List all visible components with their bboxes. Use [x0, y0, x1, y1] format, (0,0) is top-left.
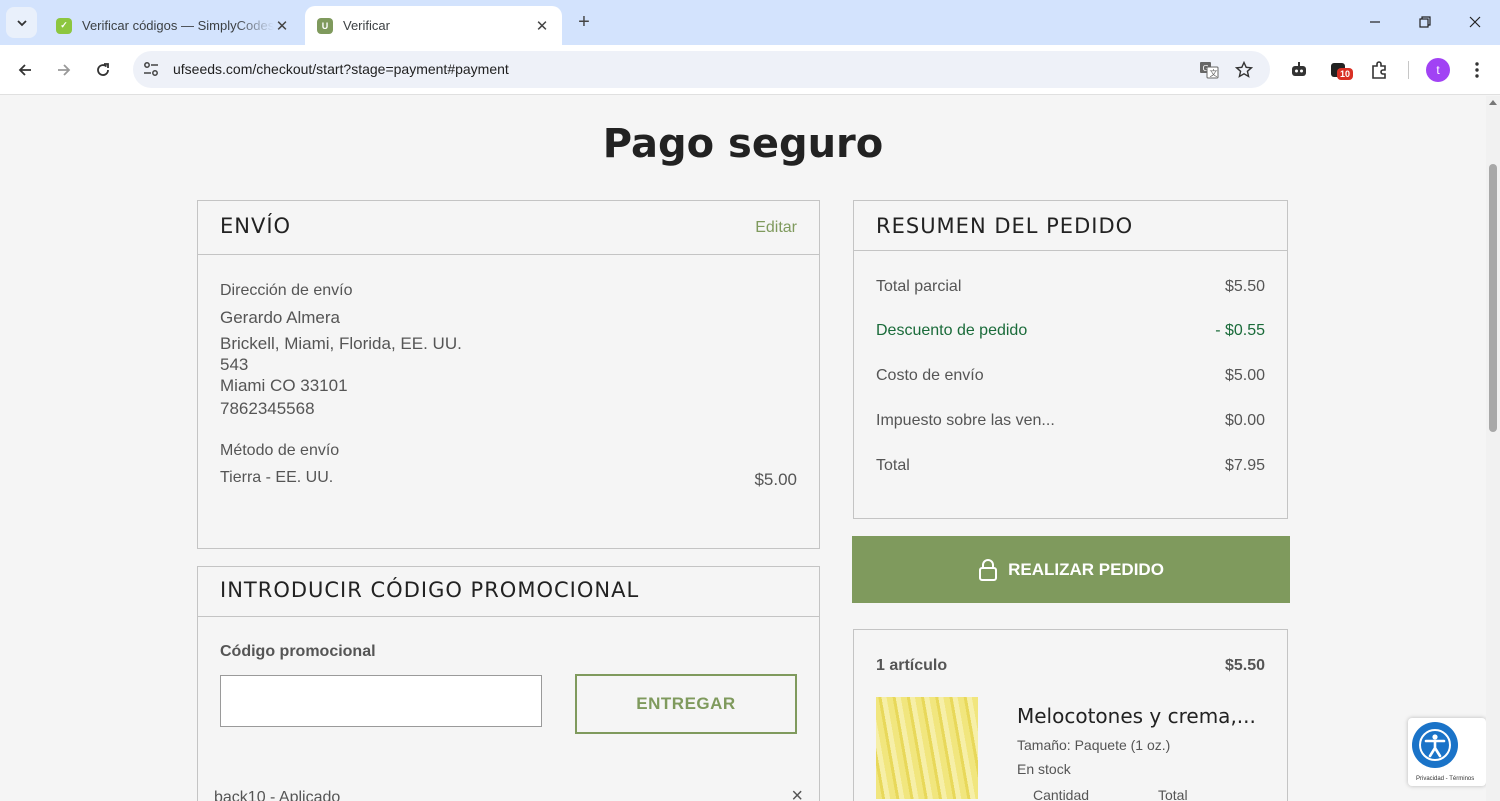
tab-title: Verificar [343, 18, 390, 33]
summary-value: $5.00 [1224, 367, 1265, 384]
new-tab-button[interactable]: + [572, 10, 596, 34]
recipient-name: Gerardo Almera [220, 308, 340, 327]
place-order-button[interactable]: REALIZAR PEDIDO [852, 536, 1290, 603]
applied-promo-text: back10 - Aplicado [214, 789, 341, 801]
address-label: Dirección de envío [220, 282, 353, 299]
summary-label: Total [876, 457, 910, 474]
url-text: ufseeds.com/checkout/start?stage=payment… [173, 61, 509, 77]
translate-icon[interactable]: G文 [1198, 59, 1220, 81]
chevron-down-icon [16, 19, 27, 26]
cart-items-card: 1 artículo $5.50 Melocotones y crema,...… [853, 629, 1288, 801]
checkout-page: Pago seguro ENVÍO Editar Dirección de en… [0, 96, 1486, 801]
promo-submit-button[interactable]: ENTREGAR [575, 674, 797, 734]
extension-badge: 10 [1337, 68, 1354, 80]
tab-search-button[interactable] [6, 7, 37, 38]
summary-value: $0.00 [1224, 412, 1265, 429]
page-title: Pago seguro [602, 121, 884, 167]
tab-title: Verificar códigos — SimplyCodes [82, 18, 274, 33]
phone-number: 7862345568 [220, 399, 315, 418]
shipping-method-price: $5.00 [754, 470, 797, 489]
order-summary-card: RESUMEN DEL PEDIDO Total parcial $5.50 D… [853, 200, 1288, 519]
address-line-2: 543 [220, 355, 249, 374]
accessibility-icon [1412, 722, 1458, 768]
promo-card: INTRODUCIR CÓDIGO PROMOCIONAL Código pro… [197, 566, 820, 801]
summary-label: Costo de envío [876, 367, 984, 384]
robot-extension-icon[interactable] [1287, 58, 1311, 82]
shipping-method-label: Método de envío [220, 442, 340, 459]
scroll-up-arrow-icon[interactable] [1489, 100, 1497, 105]
product-size: Tamaño: Paquete (1 oz.) [1017, 737, 1171, 753]
product-image[interactable] [876, 697, 978, 799]
shipping-card: ENVÍO Editar Dirección de envío Gerardo … [197, 200, 820, 549]
tab-strip: ✓ Verificar códigos — SimplyCodes ✕ U Ve… [0, 0, 1500, 45]
browser-toolbar: ufseeds.com/checkout/start?stage=payment… [0, 45, 1500, 95]
summary-heading: RESUMEN DEL PEDIDO [876, 214, 1134, 238]
site-settings-icon[interactable] [142, 60, 160, 78]
total-header: Total [1158, 787, 1188, 801]
summary-value: $7.95 [1224, 457, 1265, 474]
promo-heading: INTRODUCIR CÓDIGO PROMOCIONAL [220, 578, 640, 602]
profile-avatar[interactable]: t [1426, 58, 1450, 82]
qty-header: Cantidad [1033, 787, 1090, 801]
bookmark-star-icon[interactable] [1233, 59, 1255, 81]
close-icon[interactable]: ✕ [274, 18, 290, 35]
promo-field-label: Código promocional [220, 643, 376, 660]
cart-item-count: 1 artículo [876, 657, 948, 674]
edit-shipping-link[interactable]: Editar [755, 219, 797, 237]
address-bar[interactable]: ufseeds.com/checkout/start?stage=payment… [133, 51, 1270, 88]
summary-value: $5.50 [1224, 278, 1265, 295]
promo-code-input[interactable] [220, 675, 542, 727]
shipping-heading: ENVÍO [220, 214, 292, 238]
summary-label: Descuento de pedido [876, 322, 1028, 339]
svg-text:文: 文 [1210, 68, 1218, 78]
simplycodes-favicon-icon: ✓ [56, 17, 72, 34]
recaptcha-caption[interactable]: Privacidad - Términos [1416, 776, 1474, 782]
restore-icon[interactable] [1413, 10, 1437, 34]
toolbar-separator [1408, 61, 1409, 79]
back-icon[interactable] [12, 57, 38, 83]
close-icon[interactable]: ✕ [534, 18, 550, 35]
address-line-1: Brickell, Miami, Florida, EE. UU. [220, 334, 462, 353]
remove-promo-icon[interactable]: × [791, 785, 803, 801]
tab-verificar[interactable]: U Verificar ✕ [305, 6, 562, 45]
extensions-puzzle-icon[interactable] [1367, 58, 1391, 82]
window-close-icon[interactable] [1463, 10, 1487, 34]
summary-value: - $0.55 [1215, 322, 1265, 339]
place-order-label: REALIZAR PEDIDO [1008, 559, 1164, 579]
product-stock: En stock [1017, 761, 1071, 777]
card-header: INTRODUCIR CÓDIGO PROMOCIONAL [198, 567, 819, 617]
minimize-icon[interactable] [1363, 10, 1387, 34]
card-header: ENVÍO Editar [198, 201, 819, 255]
cart-total: $5.50 [1224, 657, 1265, 674]
scrollbar-thumb[interactable] [1489, 164, 1497, 432]
ufseeds-favicon-icon: U [317, 17, 333, 34]
summary-label: Total parcial [876, 278, 962, 295]
forward-icon[interactable] [51, 57, 77, 83]
page-scrollbar[interactable] [1486, 96, 1500, 801]
summary-label: Impuesto sobre las ven... [876, 412, 1055, 429]
shipping-method-name: Tierra - EE. UU. [220, 469, 334, 486]
reload-icon[interactable] [90, 57, 116, 83]
address-line-3: Miami CO 33101 [220, 376, 348, 395]
product-name[interactable]: Melocotones y crema,... [1017, 704, 1256, 728]
lock-icon [978, 558, 998, 581]
tab-simplycodes[interactable]: ✓ Verificar códigos — SimplyCodes ✕ [44, 6, 302, 45]
simplycodes-extension-icon[interactable]: 10 [1327, 58, 1354, 82]
card-header: RESUMEN DEL PEDIDO [854, 201, 1287, 251]
accessibility-widget-button[interactable]: Privacidad - Términos [1408, 718, 1486, 786]
more-menu-icon[interactable] [1465, 58, 1489, 82]
